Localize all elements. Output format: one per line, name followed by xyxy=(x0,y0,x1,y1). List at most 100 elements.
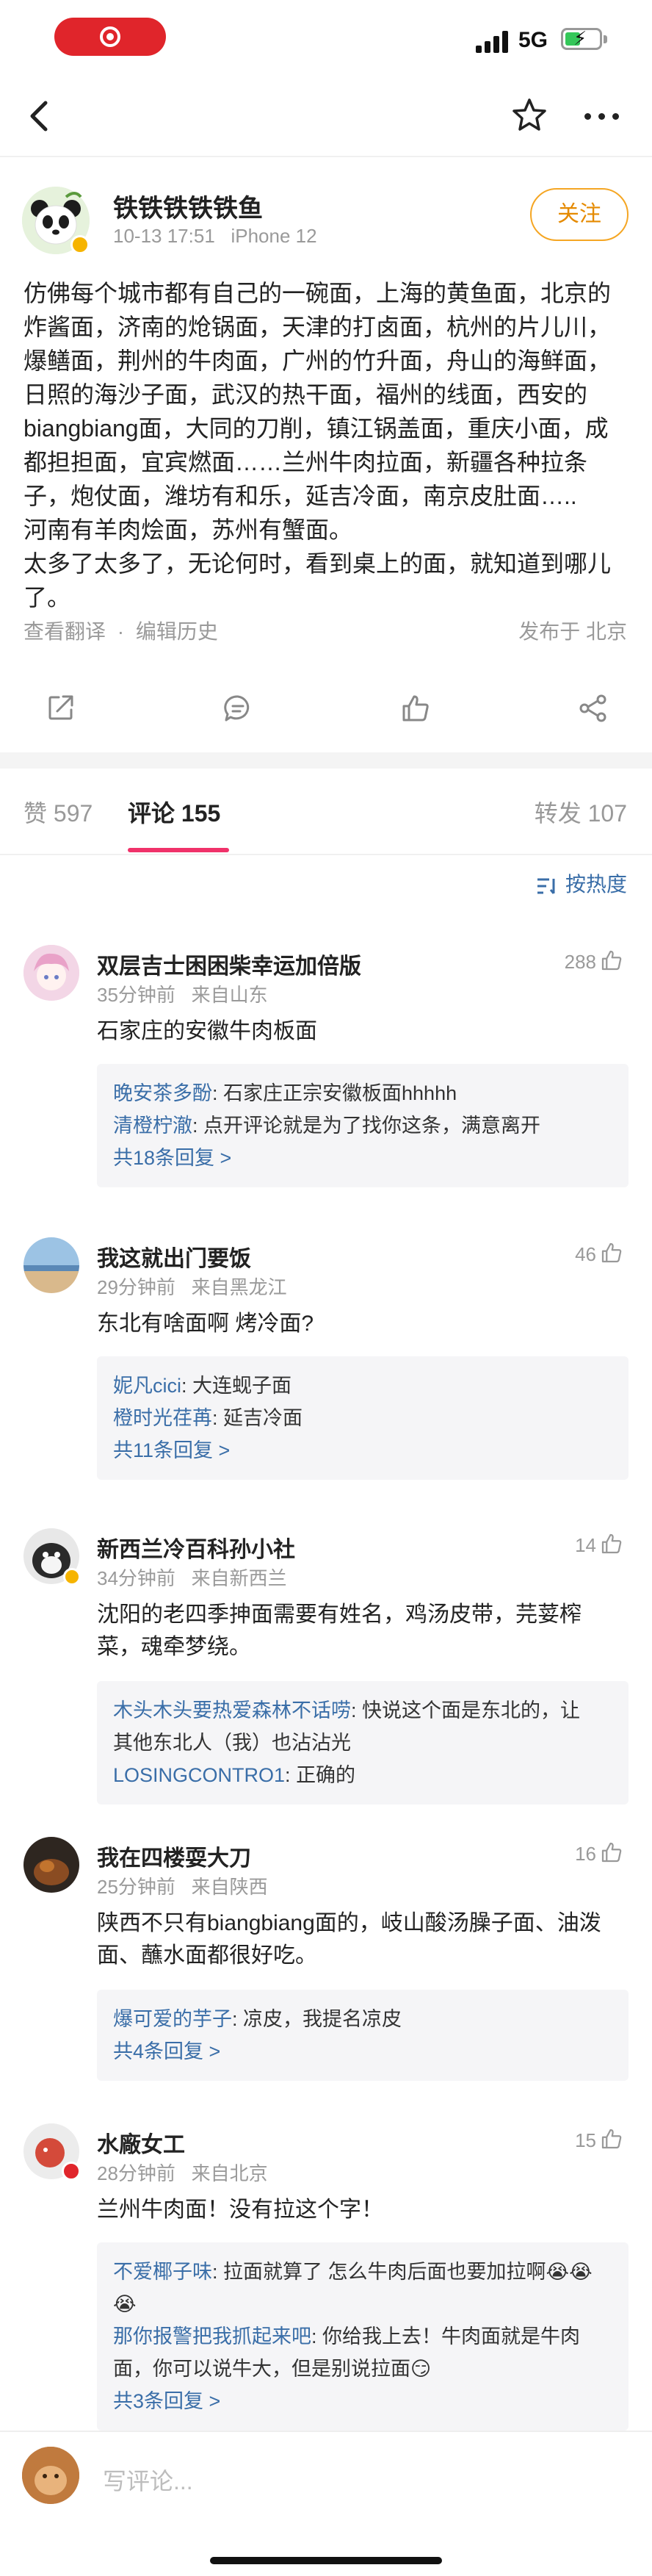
tab-likes[interactable]: 赞 597 xyxy=(23,795,93,829)
reply-preview[interactable]: 妮凡cici: 大连蚬子面 橙时光荏苒: 延吉冷面 共11条回复 > xyxy=(97,1356,629,1480)
commenter-avatar[interactable] xyxy=(23,2123,81,2181)
comment-time: 25分钟前 xyxy=(97,1876,175,1898)
share-button[interactable] xyxy=(38,679,82,738)
comment-location: 来自黑龙江 xyxy=(191,1276,287,1298)
reply-preview[interactable]: 晚安茶多酚: 石家庄正宗安徽板面hhhhh 清橙柠澈: 点开评论就是为了找你这条… xyxy=(97,1064,629,1187)
tab-comments-count: 155 xyxy=(181,800,221,827)
verified-badge-icon xyxy=(63,1568,81,1586)
active-tab-indicator xyxy=(128,848,229,852)
comment-meta: 28分钟前 来自北京 xyxy=(97,2159,268,2186)
back-icon[interactable] xyxy=(22,97,60,135)
more-options-icon[interactable] xyxy=(580,96,624,135)
commenter-avatar[interactable] xyxy=(23,1237,79,1293)
reply-text: 点开评论就是为了找你这条，满意离开 xyxy=(203,1115,541,1137)
commenter-avatar[interactable] xyxy=(23,1837,79,1893)
edit-history-link[interactable]: 编辑历史 xyxy=(136,620,218,643)
reply-text-cont: 😭 xyxy=(113,2293,137,2315)
reply-author[interactable]: 橙时光荏苒 xyxy=(113,1407,212,1429)
comment-input[interactable]: 写评论... xyxy=(103,2463,193,2497)
nav-bar xyxy=(0,81,652,151)
reply-preview[interactable]: 不爱椰子味: 拉面就算了 怎么牛肉后面也要加拉啊😭😭 😭 那你报警把我抓起来吧: … xyxy=(97,2242,629,2431)
thumb-up-icon xyxy=(601,1842,622,1863)
verified-badge-icon xyxy=(70,235,90,254)
comment-time: 35分钟前 xyxy=(97,984,175,1006)
post-line: 爆鳝面，荆州的牛肉面，广州的竹升面，舟山的海鲜面， xyxy=(23,348,612,374)
comment-like-button[interactable]: 14 xyxy=(575,1533,623,1557)
reply-author[interactable]: 不爱椰子味 xyxy=(113,2261,212,2283)
reply-item: 橙时光荏苒: 延吉冷面 xyxy=(113,1407,303,1429)
tab-comments[interactable]: 评论 155 xyxy=(128,795,220,829)
reply-preview[interactable]: 爆可爱的芋子: 凉皮，我提名凉皮 共4条回复 > xyxy=(97,1990,629,2081)
comment-text: 兰州牛肉面！没有拉这个字！ xyxy=(97,2198,383,2222)
thumb-up-icon xyxy=(601,1242,622,1263)
post-tabs: 赞 597 评论 155 转发 107 xyxy=(0,769,652,857)
network-type: 5G xyxy=(518,28,548,52)
view-all-replies-link[interactable]: 共11条回复 > xyxy=(113,1434,612,1467)
reply-text-cont: 面，你可以说牛大，但是别说拉面😏 xyxy=(113,2358,432,2380)
reply-text: 延吉冷面 xyxy=(223,1407,303,1429)
comment-text: 陕西不只有biangbiang面的，岐山酸汤臊子面、油泼 面、蘸水面都很好吃。 xyxy=(97,1907,626,1972)
comment-meta: 34分钟前 来自新西兰 xyxy=(97,1564,287,1591)
reply-text-cont: 其他东北人（我）也沾沾光 xyxy=(113,1732,351,1754)
comment-meta: 29分钟前 来自黑龙江 xyxy=(97,1273,287,1300)
forward-button[interactable] xyxy=(570,679,614,738)
reply-author[interactable]: 爆可爱的芋子 xyxy=(113,2008,232,2030)
reply-text: 石家庄正宗安徽板面hhhhh xyxy=(223,1082,457,1104)
favorite-star-icon[interactable] xyxy=(510,96,549,135)
comment-like-button[interactable]: 46 xyxy=(575,1242,623,1266)
reply-author[interactable]: 那你报警把我抓起来吧 xyxy=(113,2325,311,2347)
tab-reposts-count: 107 xyxy=(587,800,627,827)
reply-author[interactable]: 木头木头要热爱森林不话唠 xyxy=(113,1699,351,1721)
separator: · xyxy=(117,620,125,643)
reply-text: 快说这个面是东北的，让 xyxy=(362,1699,581,1721)
share-icon xyxy=(48,695,73,720)
follow-button[interactable]: 关注 xyxy=(530,188,629,241)
comment-button[interactable] xyxy=(214,679,258,738)
comment-location: 来自山东 xyxy=(191,984,268,1006)
comment-like-button[interactable]: 16 xyxy=(575,1841,623,1866)
sort-toggle[interactable]: 按热度 xyxy=(536,868,627,898)
current-user-avatar xyxy=(22,2447,79,2504)
tab-reposts[interactable]: 转发 107 xyxy=(535,795,627,829)
view-all-replies-link[interactable]: 共18条回复 > xyxy=(113,1142,612,1174)
comment-text-line: 沈阳的老四季抻面需要有姓名，鸡汤皮带，芫荽榨 xyxy=(97,1602,582,1627)
commenter-name[interactable]: 我在四楼耍大刀 xyxy=(97,1840,251,1872)
reply-author[interactable]: LOSINGCONTRO1 xyxy=(113,1764,285,1786)
reply-item: 妮凡cici: 大连蚬子面 xyxy=(113,1375,292,1397)
post-line: 太多了太多了，无论何时，看到桌上的面，就知道到哪儿 xyxy=(23,550,612,577)
comment-like-count: 16 xyxy=(575,1843,596,1865)
status-bar: 5G ⚡ xyxy=(0,0,652,73)
comment-like-count: 15 xyxy=(575,2129,596,2151)
view-all-replies-link[interactable]: 共4条回复 > xyxy=(113,2035,612,2068)
like-button[interactable] xyxy=(392,679,436,738)
translate-link[interactable]: 查看翻译 xyxy=(23,620,106,643)
comment-meta: 35分钟前 来自山东 xyxy=(97,980,268,1007)
section-divider xyxy=(0,752,652,769)
post-line: biangbiang面，大同的刀削，镇江锅盖面，重庆小面，成 xyxy=(23,415,609,442)
post-line: 仿佛每个城市都有自己的一碗面，上海的黄鱼面，北京的 xyxy=(23,280,612,306)
screen-recording-indicator[interactable] xyxy=(54,18,166,56)
comment-like-button[interactable]: 288 xyxy=(565,949,623,974)
commenter-name[interactable]: 水廠女工 xyxy=(97,2126,185,2159)
post-footer-links: 查看翻译 · 编辑历史 xyxy=(23,616,218,645)
reply-preview[interactable]: 木头木头要热爱森林不话唠: 快说这个面是东北的，让 其他东北人（我）也沾沾光 LO… xyxy=(97,1681,629,1805)
reply-author[interactable]: 妮凡cici xyxy=(113,1375,181,1397)
author-name[interactable]: 铁铁铁铁铁鱼 xyxy=(113,188,263,224)
commenter-name[interactable]: 新西兰冷百科孙小社 xyxy=(97,1531,295,1564)
reply-author[interactable]: 晚安茶多酚 xyxy=(113,1082,212,1104)
commenter-name[interactable]: 我这就出门要饭 xyxy=(97,1240,251,1273)
comment-text-line: 面、蘸水面都很好吃。 xyxy=(97,1943,317,1968)
reply-text: 凉皮，我提名凉皮 xyxy=(243,2008,402,2030)
tab-likes-label: 赞 xyxy=(23,800,48,827)
author-avatar[interactable] xyxy=(22,187,90,254)
commenter-avatar[interactable] xyxy=(23,1528,81,1586)
reply-item: 那你报警把我抓起来吧: 你给我上去！牛肉面就是牛肉 面，你可以说牛大，但是别说拉面… xyxy=(113,2325,581,2380)
comment-time: 34分钟前 xyxy=(97,1567,175,1589)
commenter-avatar[interactable] xyxy=(23,945,79,1001)
view-all-replies-link[interactable]: 共3条回复 > xyxy=(113,2385,612,2417)
reply-author[interactable]: 清橙柠澈 xyxy=(113,1115,192,1137)
comment-like-count: 14 xyxy=(575,1534,596,1556)
signal-icon xyxy=(476,29,510,53)
comment-like-button[interactable]: 15 xyxy=(575,2128,623,2152)
commenter-name[interactable]: 双层吉士困困柴幸运加倍版 xyxy=(97,948,361,980)
